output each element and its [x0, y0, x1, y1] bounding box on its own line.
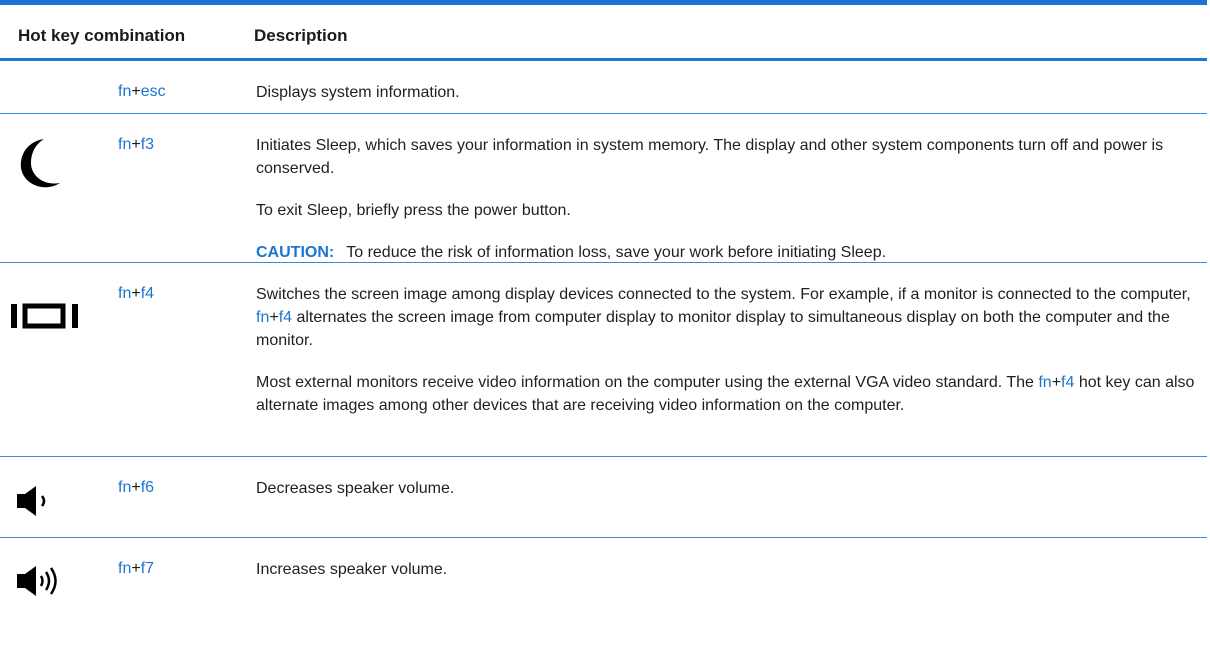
- description-segment: Switches the screen image among display …: [256, 286, 1191, 303]
- inline-plus: +: [1051, 374, 1062, 391]
- description-text: Initiates Sleep, which saves your inform…: [256, 137, 1164, 177]
- plus-sign: +: [131, 83, 141, 100]
- key-fn: fn: [118, 560, 132, 577]
- inline-key-fn: fn: [256, 309, 270, 326]
- plus-sign: +: [131, 479, 141, 496]
- header-hotkey-combination: Hot key combination: [18, 26, 186, 45]
- table-row-fn-esc: fn+esc Displays system information.: [0, 61, 1207, 114]
- row-description: Decreases speaker volume.: [256, 477, 1196, 519]
- sleep-moon-icon: [14, 136, 64, 197]
- key-esc: esc: [140, 83, 166, 100]
- caution-text: To reduce the risk of information loss, …: [346, 244, 887, 261]
- plus-sign: +: [131, 136, 141, 153]
- key-f7: f7: [140, 560, 155, 577]
- switch-display-icon: [10, 299, 86, 338]
- description-segment: Most external monitors receive video inf…: [256, 374, 1039, 391]
- key-fn: fn: [118, 479, 132, 496]
- description-text: To exit Sleep, briefly press the power b…: [256, 202, 571, 219]
- key-fn: fn: [118, 83, 132, 100]
- key-f6: f6: [140, 479, 155, 496]
- description-segment: alternates the screen image from compute…: [256, 309, 1170, 349]
- header-description: Description: [254, 26, 348, 45]
- table-row-fn-f4: fn+f4 Switches the screen image among di…: [0, 263, 1207, 457]
- description-text: Switches the screen image among display …: [256, 283, 1196, 352]
- key-f4: f4: [140, 285, 155, 302]
- row-description: Switches the screen image among display …: [256, 283, 1196, 417]
- table-row-fn-f6: fn+f6 Decreases speaker volume.: [0, 457, 1207, 538]
- description-text: Displays system information.: [256, 84, 460, 101]
- hotkey-combo: fn+f4: [118, 285, 154, 303]
- key-fn: fn: [118, 285, 132, 302]
- row-description: Initiates Sleep, which saves your inform…: [256, 134, 1196, 264]
- hotkey-combo: fn+esc: [118, 83, 166, 101]
- table-header: Hot key combination Description: [0, 5, 1207, 61]
- row-description: Increases speaker volume.: [256, 558, 1196, 600]
- caution-note: CAUTION: To reduce the risk of informatio…: [256, 241, 1196, 264]
- table-row-fn-f3: fn+f3 Initiates Sleep, which saves your …: [0, 114, 1207, 263]
- hotkey-combo: fn+f6: [118, 479, 154, 497]
- table-row-fn-f7: fn+f7 Increases speaker volume.: [0, 538, 1207, 648]
- plus-sign: +: [131, 285, 141, 302]
- plus-sign: +: [131, 560, 141, 577]
- volume-up-icon: [14, 563, 64, 604]
- key-f3: f3: [140, 136, 155, 153]
- hotkey-combo: fn+f3: [118, 136, 154, 154]
- key-fn: fn: [118, 136, 132, 153]
- inline-key-f4: f4: [278, 309, 293, 326]
- volume-down-icon: [14, 485, 54, 522]
- inline-plus: +: [269, 309, 279, 326]
- inline-key-fn: fn: [1038, 374, 1052, 391]
- description-text: Most external monitors receive video inf…: [256, 371, 1196, 417]
- hotkey-table: Hot key combination Description fn+esc D…: [0, 0, 1207, 648]
- description-text: Decreases speaker volume.: [256, 480, 455, 497]
- hotkey-combo: fn+f7: [118, 560, 154, 578]
- inline-key-f4: f4: [1061, 374, 1075, 391]
- caution-label: CAUTION:: [256, 244, 335, 261]
- description-text: Increases speaker volume.: [256, 561, 448, 578]
